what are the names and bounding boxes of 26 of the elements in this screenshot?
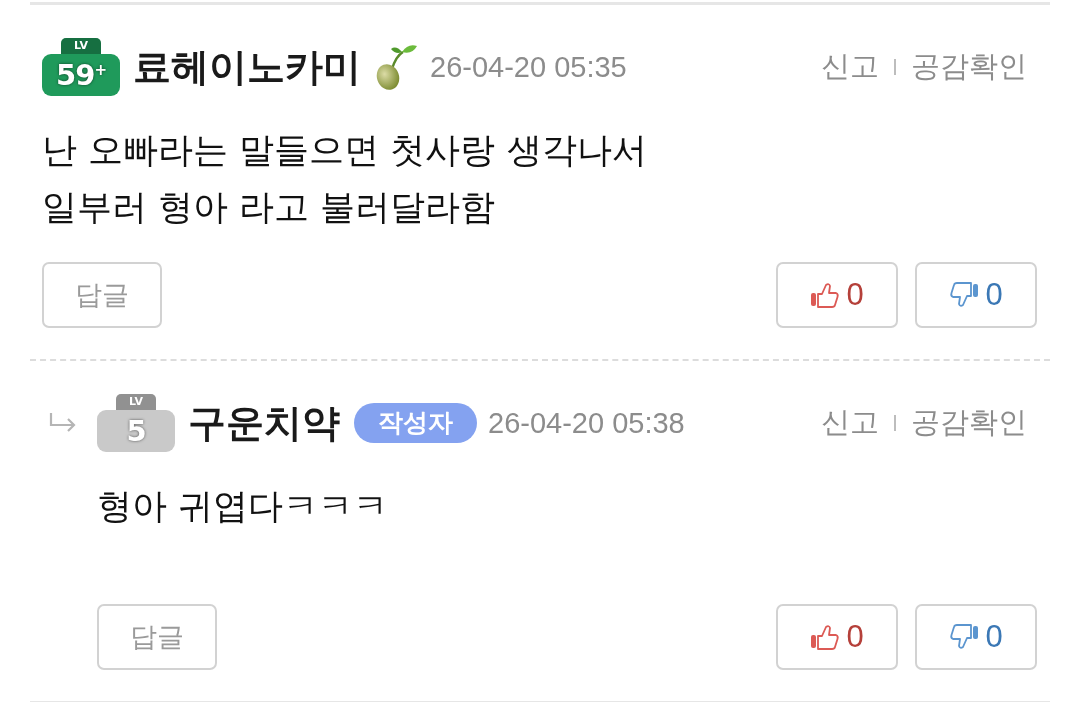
action-link[interactable]: 공감확인 <box>911 403 1027 443</box>
like-button[interactable]: 0 <box>776 604 898 670</box>
like-button[interactable]: 0 <box>776 262 898 328</box>
reply-arrow-icon <box>48 412 78 434</box>
timestamp: 26-04-20 05:35 <box>430 50 627 84</box>
comment-text: 형아 귀엽다ㅋㅋㅋ <box>97 485 390 528</box>
reply-button[interactable]: 답글 <box>97 604 217 670</box>
thumbs-up-icon <box>810 282 841 308</box>
thumbs-down-icon <box>949 282 980 308</box>
level-caption: LV <box>61 38 101 54</box>
level-caption: LV <box>116 394 156 410</box>
action-link[interactable]: 공감확인 <box>911 47 1027 87</box>
thumbs-down-icon <box>949 624 980 650</box>
nickname[interactable]: 료헤이노카미 <box>133 41 361 93</box>
thumbs-up-icon <box>810 624 841 650</box>
level-badge: 59$^{+}$ <box>42 54 120 96</box>
nickname[interactable]: 구운치약 <box>188 397 340 449</box>
action-link[interactable]: 신고 <box>821 47 879 87</box>
author-tag: 작성자 <box>354 403 477 443</box>
dislike-button[interactable]: 0 <box>915 604 1037 670</box>
dislike-button[interactable]: 0 <box>915 262 1037 328</box>
comment-text: 난 오빠라는 말들으면 첫사랑 생각나서 일부러 형아 라고 불러달라함 <box>42 129 648 229</box>
reply-button[interactable]: 답글 <box>42 262 162 328</box>
level-badge: 5 <box>97 410 175 452</box>
timestamp: 26-04-20 05:38 <box>488 406 685 440</box>
action-link[interactable]: 신고 <box>821 403 879 443</box>
